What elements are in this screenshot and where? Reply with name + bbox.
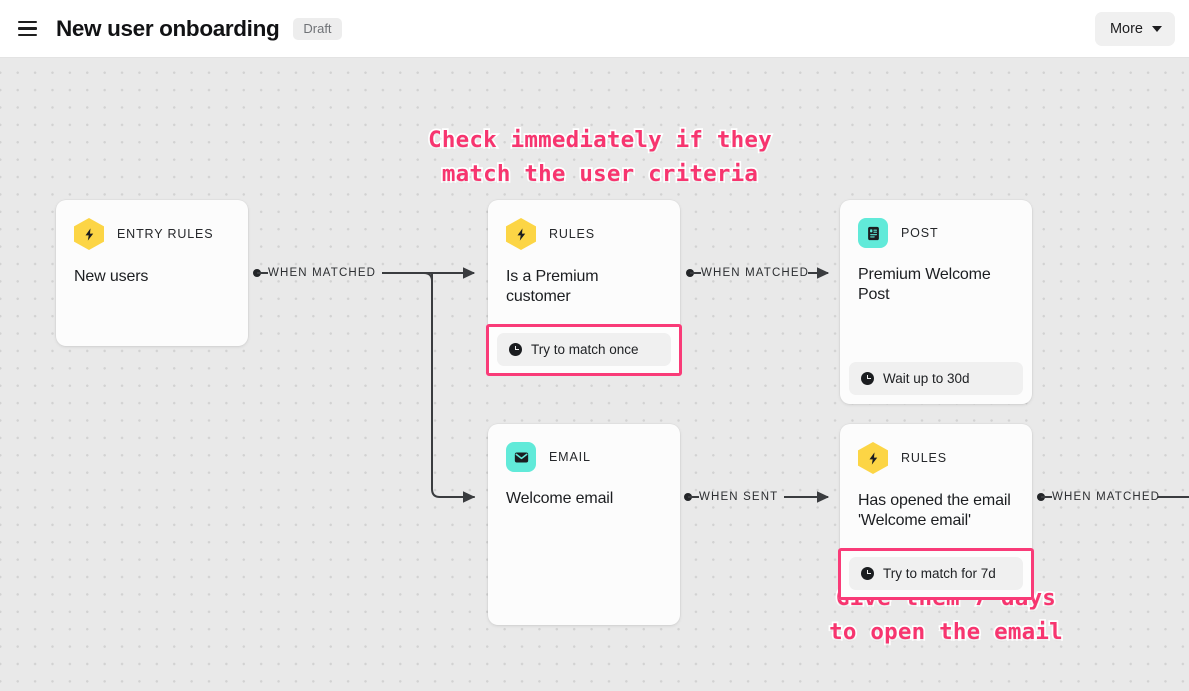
node-title: Is a Premium customer [506,268,599,306]
node-body: ENTRY RULES New users [56,200,248,346]
node-kind: RULES [549,227,595,241]
clock-icon [861,372,874,385]
node-header: RULES [506,218,662,250]
edge-label-when-matched-2: WHEN MATCHED [701,267,810,279]
node-header: POST [858,218,1014,248]
node-email-welcome[interactable]: EMAIL Welcome email [488,424,680,625]
match-window-chip[interactable]: Try to match once [497,332,671,366]
node-rules-premium[interactable]: RULES Is a Premium customer Try to match… [486,200,682,376]
node-header: EMAIL [506,442,662,472]
match-window-label: Try to match for 7d [883,565,996,581]
wait-window-chip[interactable]: Wait up to 30d [849,362,1023,395]
hamburger-menu-icon[interactable] [16,17,40,41]
lightning-bolt-icon [858,442,888,474]
node-header: ENTRY RULES [74,218,230,250]
app-header: New user onboarding Draft More [0,0,1189,58]
edge-label-when-matched-1: WHEN MATCHED [268,267,377,279]
match-window-label: Try to match once [531,341,639,357]
document-icon [858,218,888,248]
flow-canvas[interactable]: WHEN MATCHED WHEN MATCHED WHEN SENT WHEN… [0,58,1189,691]
wait-window-label: Wait up to 30d [883,371,970,386]
node-body: RULES Has opened the email 'Welcome emai… [840,424,1032,548]
node-kind: EMAIL [549,450,591,464]
more-button-label: More [1109,20,1143,37]
node-footer-highlighted[interactable]: Try to match once [486,323,682,376]
envelope-icon [506,442,536,472]
edge-label-when-sent: WHEN SENT [699,491,779,503]
node-body: POST Premium Welcome Post [840,200,1032,354]
lightning-bolt-icon [506,218,536,250]
edge-label-when-matched-3: WHEN MATCHED [1052,491,1161,503]
node-footer-highlighted[interactable]: Try to match for 7d [838,547,1034,600]
node-rules-opened-email[interactable]: RULES Has opened the email 'Welcome emai… [838,424,1034,600]
more-button[interactable]: More [1094,11,1175,46]
node-entry-rules[interactable]: ENTRY RULES New users [56,200,248,346]
node-title: Premium Welcome Post [858,266,991,304]
match-window-chip[interactable]: Try to match for 7d [849,556,1023,590]
status-badge: Draft [293,17,342,40]
page-title: New user onboarding [56,15,280,41]
node-title: Welcome email [506,490,614,507]
node-body: EMAIL Welcome email [488,424,680,625]
clock-icon [509,342,522,356]
node-kind: POST [901,226,939,240]
node-kind: RULES [901,451,947,465]
chevron-down-icon [1152,25,1162,32]
annotation-check-immediately: Check immediately if they match the user… [426,125,773,188]
node-footer[interactable]: Wait up to 30d [840,354,1032,404]
node-kind: ENTRY RULES [117,227,214,241]
node-body: RULES Is a Premium customer [488,200,680,324]
node-post-premium-welcome[interactable]: POST Premium Welcome Post Wait up to 30d [840,200,1032,404]
node-title: New users [74,268,149,285]
node-header: RULES [858,442,1014,474]
node-title: Has opened the email 'Welcome email' [858,492,1011,530]
clock-icon [861,566,874,580]
lightning-bolt-icon [74,218,104,250]
